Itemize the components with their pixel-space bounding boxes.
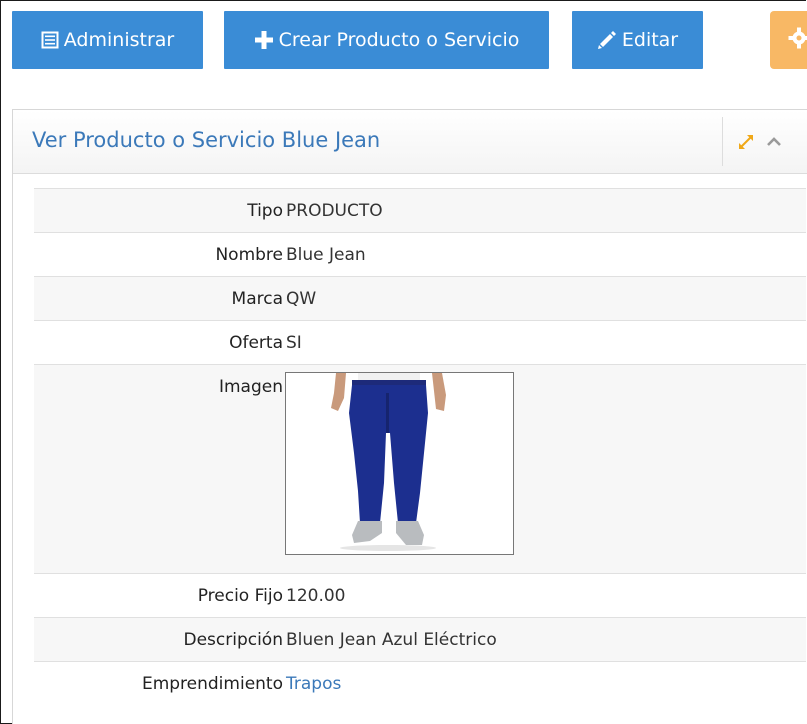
product-image[interactable]: [285, 372, 514, 555]
precio-label: Precio Fijo: [197, 586, 283, 606]
detail-row-precio: Precio Fijo 120.00: [34, 573, 806, 617]
detail-row-descripcion: Descripción Bluen Jean Azul Eléctrico: [34, 617, 806, 661]
administrar-button[interactable]: Administrar: [12, 11, 203, 69]
gear-icon: [788, 27, 807, 54]
tipo-value: PRODUCTO: [286, 201, 383, 221]
header-separator: [722, 117, 723, 166]
panel-title: Ver Producto o Servicio Blue Jean: [32, 128, 381, 152]
detail-row-tipo: Tipo PRODUCTO: [34, 188, 806, 232]
detail-row-marca: Marca QW: [34, 276, 806, 320]
list-icon: [41, 31, 59, 49]
crear-producto-button[interactable]: Crear Producto o Servicio: [224, 11, 549, 69]
nombre-label: Nombre: [215, 245, 283, 265]
settings-button[interactable]: [770, 11, 807, 69]
marca-value: QW: [286, 289, 317, 309]
crear-producto-label: Crear Producto o Servicio: [278, 29, 520, 51]
administrar-label: Administrar: [63, 29, 175, 51]
oferta-value: SI: [286, 333, 302, 353]
pencil-icon: [597, 30, 617, 50]
editar-label: Editar: [621, 29, 679, 51]
emprendimiento-link[interactable]: Trapos: [286, 674, 341, 694]
detail-row-oferta: Oferta SI: [34, 320, 806, 364]
detail-row-emprendimiento: Emprendimiento Trapos: [34, 661, 806, 705]
nombre-value: Blue Jean: [286, 245, 366, 265]
product-panel: Ver Producto o Servicio Blue Jean Tipo P…: [12, 109, 807, 724]
marca-label: Marca: [231, 289, 283, 309]
panel-header: Ver Producto o Servicio Blue Jean: [13, 110, 807, 174]
descripcion-label: Descripción: [183, 630, 283, 650]
precio-value: 120.00: [286, 586, 346, 606]
jeans-illustration: [286, 373, 513, 554]
expand-icon[interactable]: [737, 133, 755, 155]
plus-icon: [254, 30, 274, 50]
product-details-table: Tipo PRODUCTO Nombre Blue Jean Marca QW …: [34, 188, 806, 705]
chevron-up-icon[interactable]: [765, 133, 783, 155]
detail-row-nombre: Nombre Blue Jean: [34, 232, 806, 276]
descripcion-value: Bluen Jean Azul Eléctrico: [286, 630, 497, 650]
tipo-label: Tipo: [247, 201, 283, 221]
imagen-label: Imagen: [218, 377, 283, 397]
emprendimiento-label: Emprendimiento: [141, 674, 283, 694]
detail-row-imagen: Imagen: [34, 364, 806, 573]
oferta-label: Oferta: [229, 333, 283, 353]
editar-button[interactable]: Editar: [572, 11, 703, 69]
